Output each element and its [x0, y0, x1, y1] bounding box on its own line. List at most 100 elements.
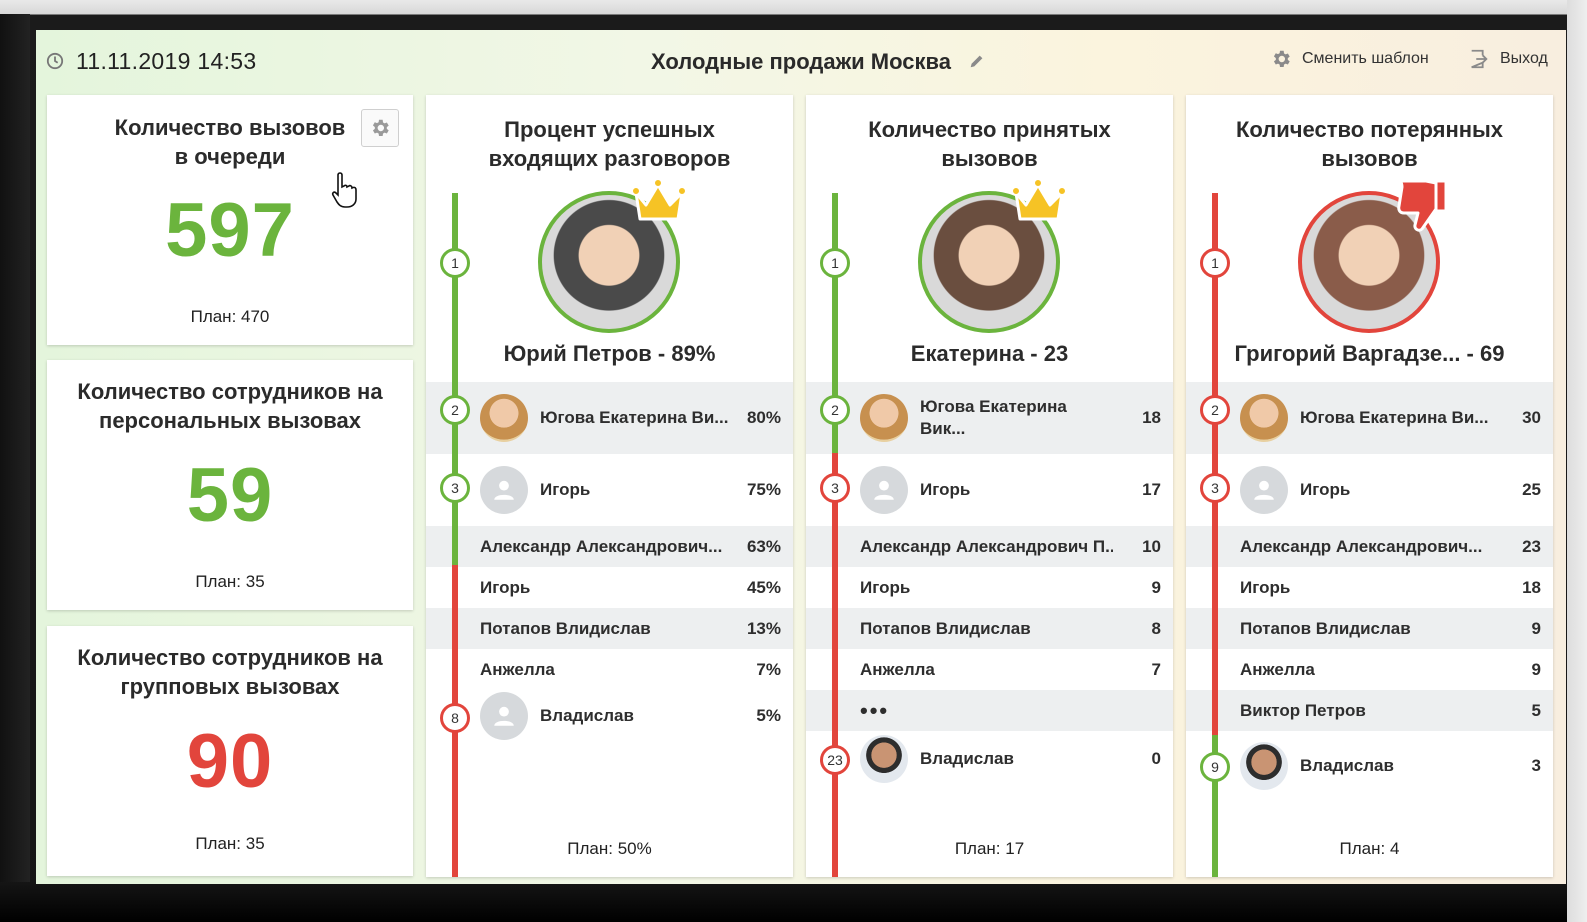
change-template-label: Сменить шаблон	[1302, 50, 1429, 67]
dashboard-screen: 11.11.2019 14:53 Холодные продажи Москва…	[36, 30, 1566, 884]
leader-name: Григорий Варгадзе... - 69	[1234, 341, 1505, 366]
leaderboard-row: Игорь 9	[806, 567, 1173, 608]
row-value: 25	[1522, 480, 1541, 499]
logout-button[interactable]: Выход	[1468, 48, 1548, 70]
rank-badge: 2	[1200, 395, 1230, 425]
row-value: 5	[1531, 700, 1541, 720]
row-value: 23	[1522, 536, 1541, 556]
leaderboard-row: Анжелла 9	[1186, 649, 1553, 690]
rank-badge: 2	[440, 395, 470, 425]
person-avatar	[860, 735, 908, 783]
card-settings-button[interactable]	[361, 109, 399, 147]
monitor-bezel-bottom	[0, 882, 1587, 922]
row-value: 8	[1151, 618, 1161, 638]
monitor-bezel-left	[0, 14, 30, 922]
leaderboard-row: Игорь 75%	[426, 454, 793, 526]
row-value: 63%	[746, 536, 781, 556]
thumbs-down-icon	[1392, 175, 1450, 235]
kpi-card-queue: Количество вызовов в очереди 597 План: 4…	[47, 95, 413, 345]
person-avatar	[1240, 742, 1288, 790]
leader-name: Юрий Петров - 89%	[503, 341, 716, 366]
row-name: Игорь	[1240, 577, 1291, 597]
leaderboard-row: Виктор Петров 5	[1186, 690, 1553, 731]
leaderboard-row: Потапов Влидислав 13%	[426, 608, 793, 649]
row-value: 0	[1151, 749, 1161, 768]
kpi-title: Количество вызовов в очереди	[114, 115, 346, 169]
more-ellipsis: •••	[860, 697, 890, 723]
leaderboard-row: Югова Екатерина Вик... 18	[806, 382, 1173, 454]
row-value: 17	[1142, 480, 1161, 499]
row-name: Александр Александрович...	[480, 536, 723, 556]
gear-icon	[372, 119, 389, 136]
logout-icon	[1471, 49, 1488, 69]
row-name: Владислав	[1300, 756, 1394, 775]
leaderboard-row: Потапов Влидислав 8	[806, 608, 1173, 649]
row-value: 13%	[746, 618, 781, 638]
row-value: 5%	[756, 706, 781, 725]
leaderboard-lost-calls: Количество потерянных вызовов Югова Екате…	[1186, 95, 1553, 877]
leaderboard-row: •••	[806, 690, 1173, 731]
row-value: 9	[1531, 659, 1541, 679]
column-title: Процент успешных входящих разговоров	[488, 117, 731, 171]
monitor-bezel-right	[1567, 0, 1587, 922]
leaderboard-row: Игорь 17	[806, 454, 1173, 526]
row-name: Александр Александрович П...	[860, 536, 1113, 556]
rank-badge: 3	[820, 473, 850, 503]
row-value: 18	[1522, 577, 1541, 597]
column-title: Количество принятых вызовов	[868, 117, 1111, 171]
column-title: Количество потерянных вызовов	[1235, 117, 1504, 171]
leaderboard-row: Анжелла 7	[806, 649, 1173, 690]
row-name: Владислав	[540, 706, 634, 725]
row-name: Игорь	[920, 480, 971, 499]
row-value: 75%	[746, 480, 781, 499]
rank-badge: 23	[820, 745, 850, 775]
leaderboard-row: Игорь 25	[1186, 454, 1553, 526]
edit-pencil-icon[interactable]	[968, 52, 986, 70]
kpi-card-personal-calls: Количество сотрудников на персональных в…	[47, 360, 413, 610]
leaderboard-row: Александр Александрович... 23	[1186, 526, 1553, 567]
row-value: 9	[1531, 618, 1541, 638]
row-value: 9	[1151, 577, 1161, 597]
kpi-title: Количество сотрудников на групповых вызо…	[77, 645, 383, 699]
row-name: Анжелла	[1240, 659, 1315, 679]
leaderboard-row: Потапов Влидислав 9	[1186, 608, 1553, 649]
kpi-title: Количество сотрудников на персональных в…	[77, 379, 383, 433]
rank-badge: 1	[440, 248, 470, 278]
header-datetime: 11.11.2019 14:53	[76, 48, 257, 74]
column-plan: План: 4	[1339, 839, 1400, 858]
default-avatar-icon	[1240, 466, 1288, 514]
row-value: 80%	[746, 408, 781, 427]
rank-badge: 9	[1200, 752, 1230, 782]
default-avatar-icon	[480, 466, 528, 514]
row-value: 18	[1142, 408, 1161, 427]
row-name: Игорь	[1300, 480, 1351, 499]
leaderboard-row: Владислав 5%	[426, 690, 793, 742]
change-template-button[interactable]: Сменить шаблон	[1270, 48, 1429, 70]
kpi-value: 90	[186, 719, 274, 804]
header-bar: 11.11.2019 14:53 Холодные продажи Москва…	[36, 30, 1566, 92]
row-value: 7%	[756, 659, 781, 679]
row-name: Игорь	[860, 577, 911, 597]
rank-badge: 1	[820, 248, 850, 278]
rank-badge: 8	[440, 703, 470, 733]
rank-timeline	[832, 453, 838, 877]
row-name: Потапов Влидислав	[860, 618, 1031, 638]
kpi-plan: План: 35	[195, 834, 265, 853]
row-value: 7	[1151, 659, 1161, 679]
rank-badge: 1	[1200, 248, 1230, 278]
leaderboard-row: Владислав 3	[1186, 731, 1553, 801]
hand-cursor-icon	[331, 172, 357, 208]
row-value: 3	[1531, 756, 1541, 775]
column-plan: План: 17	[954, 839, 1025, 858]
leaderboard-row: Югова Екатерина Ви... 30	[1186, 382, 1553, 454]
person-avatar	[860, 394, 908, 442]
leaderboard-row: Анжелла 7%	[426, 649, 793, 690]
default-avatar-icon	[860, 466, 908, 514]
person-avatar	[1240, 394, 1288, 442]
leaderboard-row: Югова Екатерина Ви... 80%	[426, 382, 793, 454]
default-avatar-icon	[480, 692, 528, 740]
row-name: Югова Екатерина Ви...	[540, 408, 729, 427]
row-name: Анжелла	[480, 659, 555, 679]
row-name: Игорь	[480, 577, 531, 597]
row-name: Потапов Влидислав	[1240, 618, 1411, 638]
